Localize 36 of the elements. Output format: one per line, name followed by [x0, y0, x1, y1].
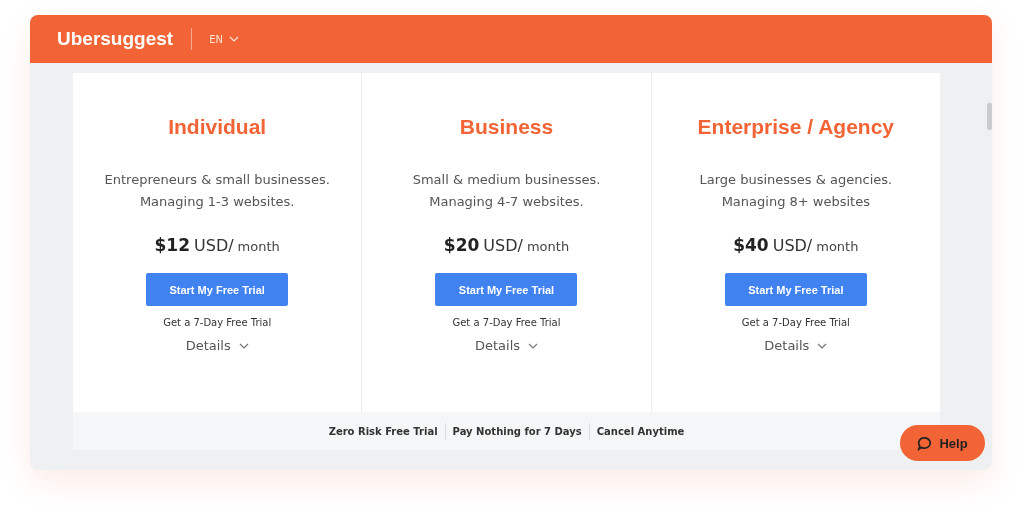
start-trial-button[interactable]: Start My Free Trial — [724, 273, 867, 306]
plan-title: Business — [459, 115, 554, 140]
language-selector[interactable]: EN — [209, 33, 239, 45]
start-trial-button[interactable]: Start My Free Trial — [435, 273, 578, 306]
price: $40 — [733, 235, 769, 255]
details-toggle[interactable]: Details — [185, 338, 249, 353]
chevron-down-icon — [228, 36, 239, 42]
plan-description: Entrepreneurs & small businesses. Managing 1-3 websites. — [104, 171, 330, 211]
billing-period: month — [526, 239, 570, 254]
plan-description: Large businesses & agencies. Managing 8+ websites — [699, 171, 893, 211]
currency: USD/ — [483, 236, 523, 255]
details-toggle[interactable]: Details — [474, 338, 539, 353]
guarantee-text: Cancel Anytime — [588, 422, 692, 440]
guarantee-text: Zero Risk Free Trial — [327, 424, 439, 439]
plan-description: Small & medium businesses. Managing 4-7 websites. — [412, 171, 601, 211]
scrollbar-thumb[interactable] — [987, 103, 992, 130]
start-trial-button[interactable]: Start My Free Trial — [146, 273, 289, 306]
billing-period: month — [237, 239, 280, 254]
chevron-down-icon — [238, 342, 249, 349]
trial-note: Get a 7-Day Free Trial — [452, 317, 561, 328]
billing-period: month — [816, 239, 859, 254]
details-toggle[interactable]: Details — [764, 338, 828, 353]
chat-bubble-icon — [917, 435, 933, 451]
guarantee-text: Pay Nothing for 7 Days — [444, 422, 589, 440]
plan-title: Enterprise / Agency — [697, 115, 895, 140]
currency: USD/ — [772, 236, 813, 255]
price: $12 — [154, 235, 190, 255]
plan-title: Individual — [168, 115, 267, 140]
help-button[interactable]: Help — [900, 425, 985, 461]
currency: USD/ — [194, 236, 234, 255]
trial-note: Get a 7-Day Free Trial — [163, 317, 272, 328]
logo[interactable]: Ubersuggest — [57, 28, 174, 50]
chevron-down-icon — [528, 342, 539, 349]
chevron-down-icon — [817, 342, 828, 349]
trial-note: Get a 7-Day Free Trial — [741, 317, 850, 328]
price: $20 — [443, 235, 480, 255]
